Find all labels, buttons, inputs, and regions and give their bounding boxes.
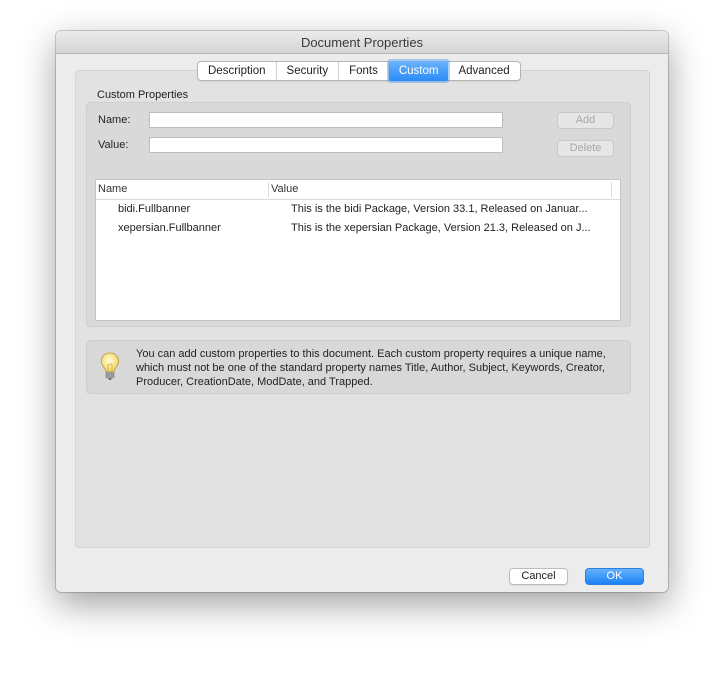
tab-bar: Description Security Fonts Custom Advanc… (197, 61, 521, 81)
value-input[interactable] (149, 137, 503, 153)
tab-fonts[interactable]: Fonts (339, 62, 389, 80)
tab-security[interactable]: Security (277, 62, 340, 80)
tab-description[interactable]: Description (198, 62, 277, 80)
name-input[interactable] (149, 112, 503, 128)
cancel-button[interactable]: Cancel (509, 568, 568, 585)
custom-properties-label: Custom Properties (97, 89, 189, 101)
row-value: This is the bidi Package, Version 33.1, … (291, 203, 588, 215)
column-divider[interactable] (611, 182, 612, 197)
ok-button[interactable]: OK (585, 568, 644, 585)
tab-panel: Custom Properties Name: Add Value: Delet… (75, 70, 650, 548)
row-value: This is the xepersian Package, Version 2… (291, 222, 591, 234)
tab-advanced[interactable]: Advanced (448, 62, 519, 80)
lightbulb-icon (100, 352, 120, 385)
table-header: Name Value (96, 180, 620, 200)
window-title: Document Properties (56, 31, 668, 54)
value-label: Value: (98, 139, 129, 151)
info-box: You can add custom properties to this do… (86, 340, 631, 394)
custom-properties-group: Name: Add Value: Delete Name Value bidi.… (86, 102, 631, 327)
table-row[interactable]: bidi.Fullbanner This is the bidi Package… (96, 200, 620, 219)
document-properties-dialog: Document Properties Custom Properties Na… (56, 31, 668, 592)
column-header-value[interactable]: Value (271, 180, 298, 199)
table-row[interactable]: xepersian.Fullbanner This is the xepersi… (96, 219, 620, 238)
name-label: Name: (98, 114, 131, 126)
add-button[interactable]: Add (557, 112, 614, 129)
row-name: bidi.Fullbanner (118, 203, 191, 215)
info-text: You can add custom properties to this do… (136, 348, 606, 388)
column-divider[interactable] (268, 182, 269, 197)
row-name: xepersian.Fullbanner (118, 222, 221, 234)
delete-button[interactable]: Delete (557, 140, 614, 157)
custom-properties-table[interactable]: Name Value bidi.Fullbanner This is the b… (95, 179, 621, 321)
tab-custom[interactable]: Custom (388, 61, 449, 81)
column-header-name[interactable]: Name (98, 180, 127, 199)
